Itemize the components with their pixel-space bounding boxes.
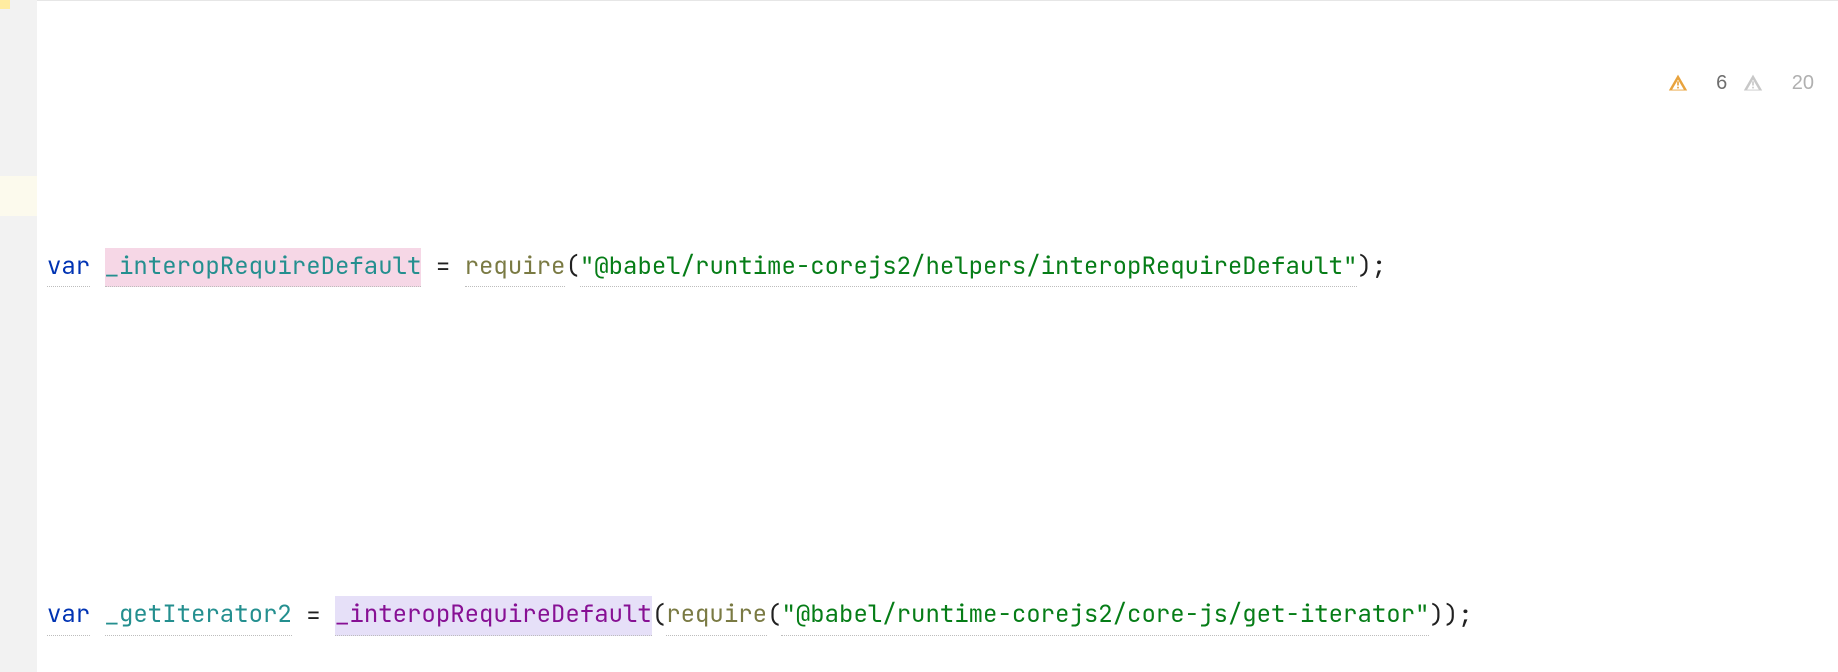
inspection-weak-count: 20 — [1792, 67, 1814, 99]
code-line[interactable]: var _interopRequireDefault = require("@b… — [45, 247, 1838, 287]
ident-interopRequireDefault-decl: _interopRequireDefault — [105, 248, 422, 287]
string-literal: "@babel/runtime-corejs2/core-js/get-iter… — [781, 596, 1429, 635]
string-literal: "@babel/runtime-corejs2/helpers/interopR… — [580, 248, 1358, 287]
keyword-var: var — [47, 248, 90, 287]
inspection-weak[interactable]: 20 — [1743, 9, 1814, 157]
weak-warning-icon — [1743, 9, 1787, 157]
warning-icon — [1668, 9, 1712, 157]
fn-require: require — [666, 596, 767, 635]
code-line[interactable]: var _getIterator2 = _interopRequireDefau… — [45, 596, 1838, 636]
inspection-warnings-count: 6 — [1716, 67, 1727, 99]
fn-require: require — [465, 248, 566, 287]
editor-gutter — [0, 0, 37, 672]
blank-line — [45, 403, 1838, 443]
code-editor[interactable]: 6 20 var _interopRequireDefault = requir… — [37, 0, 1838, 672]
ident-getIterator2-decl: _getIterator2 — [105, 596, 292, 635]
gutter-top-marker — [0, 0, 10, 9]
gutter-current-line — [0, 176, 37, 216]
keyword-var: var — [47, 596, 90, 635]
inspection-warnings[interactable]: 6 — [1668, 9, 1728, 157]
inspection-widget[interactable]: 6 20 — [1668, 9, 1814, 157]
ident-interopRequireDefault-ref: _interopRequireDefault — [335, 596, 652, 635]
